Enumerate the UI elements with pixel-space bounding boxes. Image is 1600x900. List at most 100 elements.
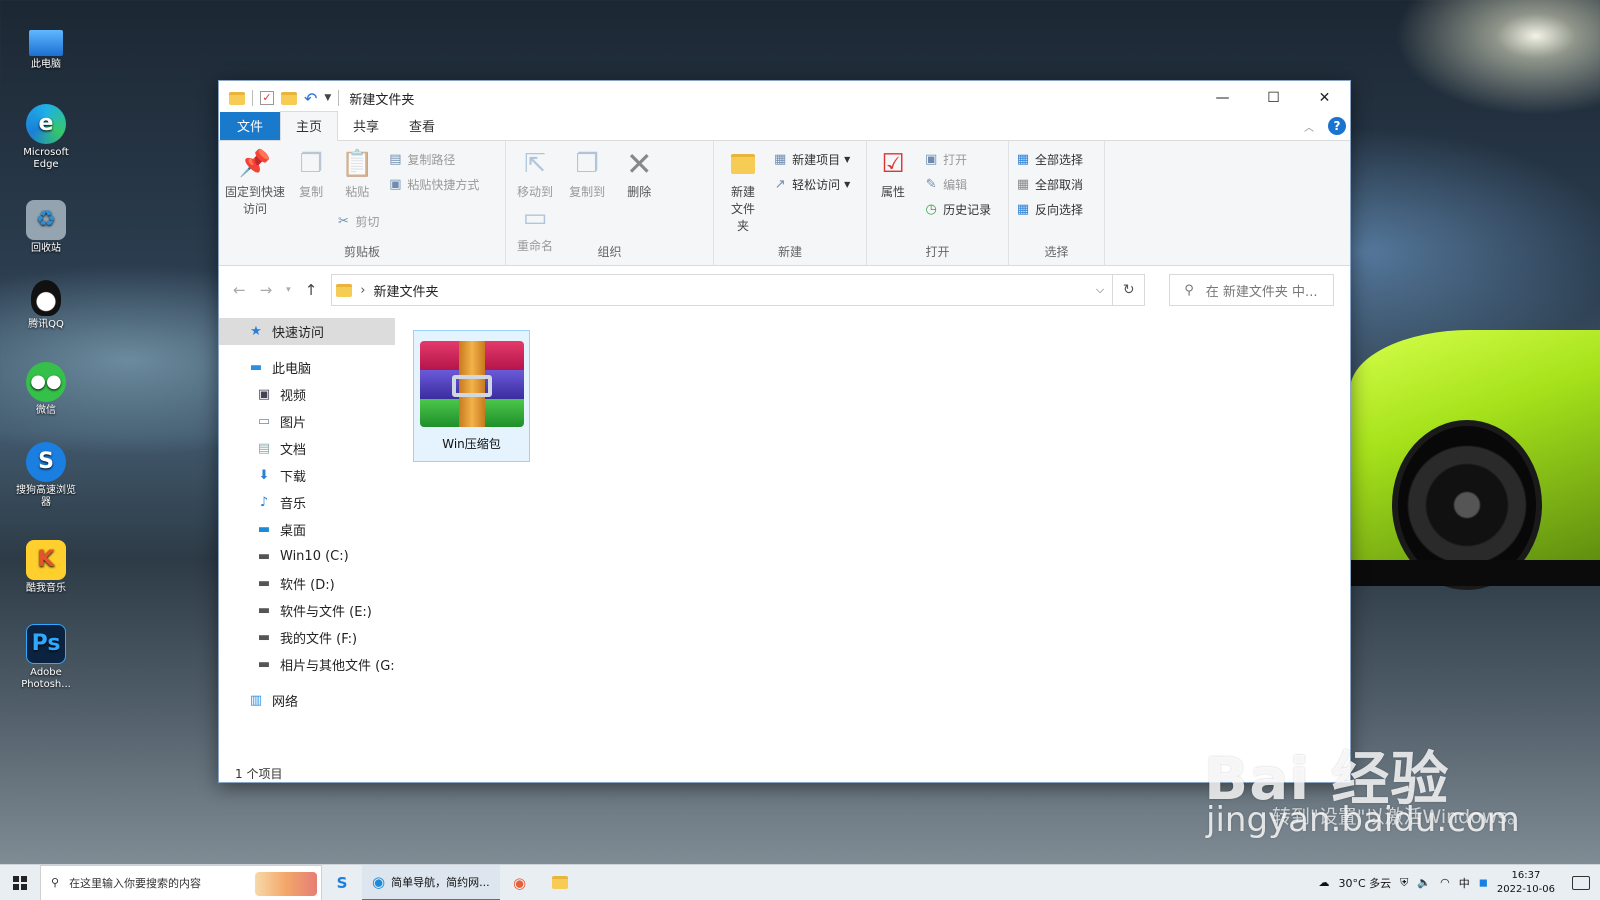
select-none-button[interactable]: ▦ 全部取消 bbox=[1015, 172, 1098, 197]
history-button[interactable]: ◷ 历史记录 bbox=[923, 197, 991, 222]
nav-this-pc[interactable]: ▬ 此电脑 bbox=[219, 354, 397, 381]
taskbar-firefox-icon[interactable]: ◉ bbox=[500, 865, 540, 900]
winrar-icon bbox=[419, 341, 524, 427]
search-input[interactable]: ⚲ 在 新建文件夹 中... bbox=[1169, 274, 1335, 306]
weather-icon[interactable]: ☁ bbox=[1318, 876, 1329, 889]
address-input[interactable]: › 新建文件夹 ⌵ bbox=[331, 274, 1114, 306]
file-item[interactable]: Win压缩包 bbox=[413, 330, 530, 462]
help-icon[interactable]: ? bbox=[1328, 117, 1346, 135]
copy-path-button[interactable]: ▤ 复制路径 bbox=[387, 147, 479, 172]
system-drive-icon: ▬ bbox=[257, 549, 271, 564]
properties-button[interactable]: ☑ 属性 bbox=[873, 147, 913, 201]
system-tray: ☁ 30°C 多云 ⛨ 🔈 ◠ 中 ◼ 16:37 2022-10-06 bbox=[1318, 869, 1600, 897]
copy-button[interactable]: ❐ 复制 bbox=[291, 147, 331, 201]
copy-to-button[interactable]: ❐ 复制到 bbox=[564, 147, 610, 201]
nav-quick-access[interactable]: ★ 快速访问 bbox=[219, 318, 395, 345]
nav-documents[interactable]: ▤ 文档 bbox=[219, 435, 397, 462]
ribbon-group-clipboard: 📌 固定到快速访问 ❐ 复制 📋 粘贴 ▤ 复制路径 ▣ 粘贴快捷方式 ✂ 剪切… bbox=[219, 141, 506, 265]
cut-button[interactable]: ✂ 剪切 bbox=[335, 209, 479, 234]
paste-icon: 📋 bbox=[341, 148, 374, 179]
invert-selection-icon: ▦ bbox=[1016, 202, 1030, 217]
desktop-icon-recycle-bin[interactable]: ♻ 回收站 bbox=[14, 200, 78, 255]
desktop-icon-this-pc[interactable]: 此电脑 bbox=[14, 24, 78, 71]
back-button[interactable]: ← bbox=[233, 281, 246, 299]
nav-drive-d[interactable]: ▬ 软件 (D:) bbox=[219, 570, 397, 597]
photoshop-icon: Ps bbox=[26, 624, 66, 664]
minimize-button[interactable]: — bbox=[1197, 81, 1248, 115]
clock[interactable]: 16:37 2022-10-06 bbox=[1497, 869, 1555, 897]
up-button[interactable]: ↑ bbox=[305, 281, 318, 299]
ime-icon[interactable]: 中 bbox=[1459, 875, 1470, 891]
tab-home[interactable]: 主页 bbox=[280, 111, 339, 141]
nav-videos[interactable]: ▣ 视频 bbox=[219, 381, 397, 408]
group-label-organize: 组织 bbox=[597, 245, 622, 259]
nav-drive-g[interactable]: ▬ 相片与其他文件 (G: bbox=[219, 651, 397, 678]
delete-button[interactable]: ✕ 删除 bbox=[616, 147, 662, 201]
new-folder-icon bbox=[727, 147, 759, 181]
nav-drive-c[interactable]: ▬ Win10 (C:) bbox=[219, 543, 397, 570]
notification-icon[interactable] bbox=[1572, 875, 1590, 890]
qq-tray-icon[interactable]: ◼ bbox=[1479, 876, 1488, 889]
select-all-icon: ▦ bbox=[1016, 152, 1030, 167]
taskbar-search-box[interactable]: ⚲ 在这里输入你要搜索的内容 bbox=[40, 864, 322, 900]
breadcrumb-current[interactable]: 新建文件夹 bbox=[373, 281, 438, 300]
desktop-icon-kuwo[interactable]: K 酷我音乐 bbox=[14, 540, 78, 595]
close-button[interactable]: ✕ bbox=[1299, 81, 1350, 115]
navigation-pane: ★ 快速访问 ▬ 此电脑 ▣ 视频 ▭ 图片 ▤ 文档 ⬇ 下载 ♪ 音乐 ▬ … bbox=[219, 314, 397, 762]
tab-view[interactable]: 查看 bbox=[394, 112, 450, 140]
recent-locations-icon[interactable]: ▾ bbox=[286, 285, 291, 295]
move-to-button[interactable]: ⇱ 移动到 bbox=[512, 147, 558, 201]
paste-button[interactable]: 📋 粘贴 bbox=[337, 147, 377, 201]
start-button[interactable] bbox=[0, 865, 40, 900]
weather-text[interactable]: 30°C 多云 bbox=[1338, 875, 1391, 891]
edit-button[interactable]: ✎ 编辑 bbox=[923, 172, 991, 197]
select-none-icon: ▦ bbox=[1016, 177, 1030, 192]
nav-network[interactable]: ▥ 网络 bbox=[219, 687, 397, 714]
easy-access-button[interactable]: ↗ 轻松访问 ▼ bbox=[772, 172, 851, 197]
tab-file[interactable]: 文件 bbox=[220, 112, 281, 140]
nav-music[interactable]: ♪ 音乐 bbox=[219, 489, 397, 516]
open-button[interactable]: ▣ 打开 bbox=[923, 147, 991, 172]
this-pc-icon bbox=[29, 30, 63, 56]
forward-button[interactable]: → bbox=[260, 281, 273, 299]
properties-icon: ☑ bbox=[881, 148, 905, 179]
customize-dropdown-icon[interactable]: ▼ bbox=[324, 93, 331, 103]
nav-pictures[interactable]: ▭ 图片 bbox=[219, 408, 397, 435]
shield-icon[interactable]: ⛨ bbox=[1400, 876, 1408, 890]
paste-shortcut-button[interactable]: ▣ 粘贴快捷方式 bbox=[387, 172, 479, 197]
desktop-icon-sogou[interactable]: S 搜狗高速浏览器 bbox=[14, 442, 78, 509]
new-item-button[interactable]: ▦ 新建项目 ▼ bbox=[772, 147, 850, 172]
tab-share[interactable]: 共享 bbox=[338, 112, 394, 140]
volume-icon[interactable]: 🔈 bbox=[1417, 876, 1431, 889]
open-icon: ▣ bbox=[924, 152, 938, 167]
drive-icon: ▬ bbox=[257, 603, 271, 618]
new-item-dropdown-icon: ▼ bbox=[844, 155, 851, 164]
ribbon: 📌 固定到快速访问 ❐ 复制 📋 粘贴 ▤ 复制路径 ▣ 粘贴快捷方式 ✂ 剪切… bbox=[219, 141, 1350, 266]
new-folder-button[interactable]: 新建文件夹 bbox=[720, 147, 766, 235]
new-folder-quick-icon[interactable] bbox=[281, 91, 297, 105]
nav-drive-f[interactable]: ▬ 我的文件 (F:) bbox=[219, 624, 397, 651]
invert-selection-button[interactable]: ▦ 反向选择 bbox=[1015, 197, 1098, 222]
ribbon-tabs: 文件 主页 共享 查看 ︿ ? bbox=[219, 111, 1350, 141]
taskbar-file-explorer-icon[interactable] bbox=[540, 865, 580, 900]
select-all-button[interactable]: ▦ 全部选择 bbox=[1015, 147, 1098, 172]
wifi-icon[interactable]: ◠ bbox=[1440, 876, 1450, 889]
nav-drive-e[interactable]: ▬ 软件与文件 (E:) bbox=[219, 597, 397, 624]
nav-downloads[interactable]: ⬇ 下载 bbox=[219, 462, 397, 489]
taskbar-sogou-icon[interactable]: S bbox=[322, 865, 362, 900]
delete-icon: ✕ bbox=[625, 144, 653, 183]
pin-quick-access-button[interactable]: 📌 固定到快速访问 bbox=[225, 147, 285, 218]
desktop-icon-photoshop[interactable]: Ps Adobe Photosh... bbox=[14, 624, 78, 691]
desktop-icon-wechat[interactable]: ●● 微信 bbox=[14, 362, 78, 417]
refresh-button[interactable]: ↻ bbox=[1113, 274, 1146, 306]
desktop-icon-edge[interactable]: e Microsoft Edge bbox=[14, 104, 78, 171]
address-dropdown-icon[interactable]: ⌵ bbox=[1096, 283, 1104, 297]
maximize-button[interactable]: ☐ bbox=[1248, 81, 1299, 115]
collapse-ribbon-icon[interactable]: ︿ bbox=[1304, 119, 1314, 134]
taskbar-edge-app[interactable]: ◉ 简单导航，简约网... bbox=[362, 864, 500, 900]
undo-icon[interactable]: ↶ bbox=[304, 89, 317, 108]
desktop-icon-qq[interactable]: 腾讯QQ bbox=[14, 280, 78, 331]
edge-icon: ◉ bbox=[372, 872, 386, 891]
nav-desktop[interactable]: ▬ 桌面 bbox=[219, 516, 397, 543]
properties-quick-icon[interactable]: ✓ bbox=[260, 91, 274, 105]
